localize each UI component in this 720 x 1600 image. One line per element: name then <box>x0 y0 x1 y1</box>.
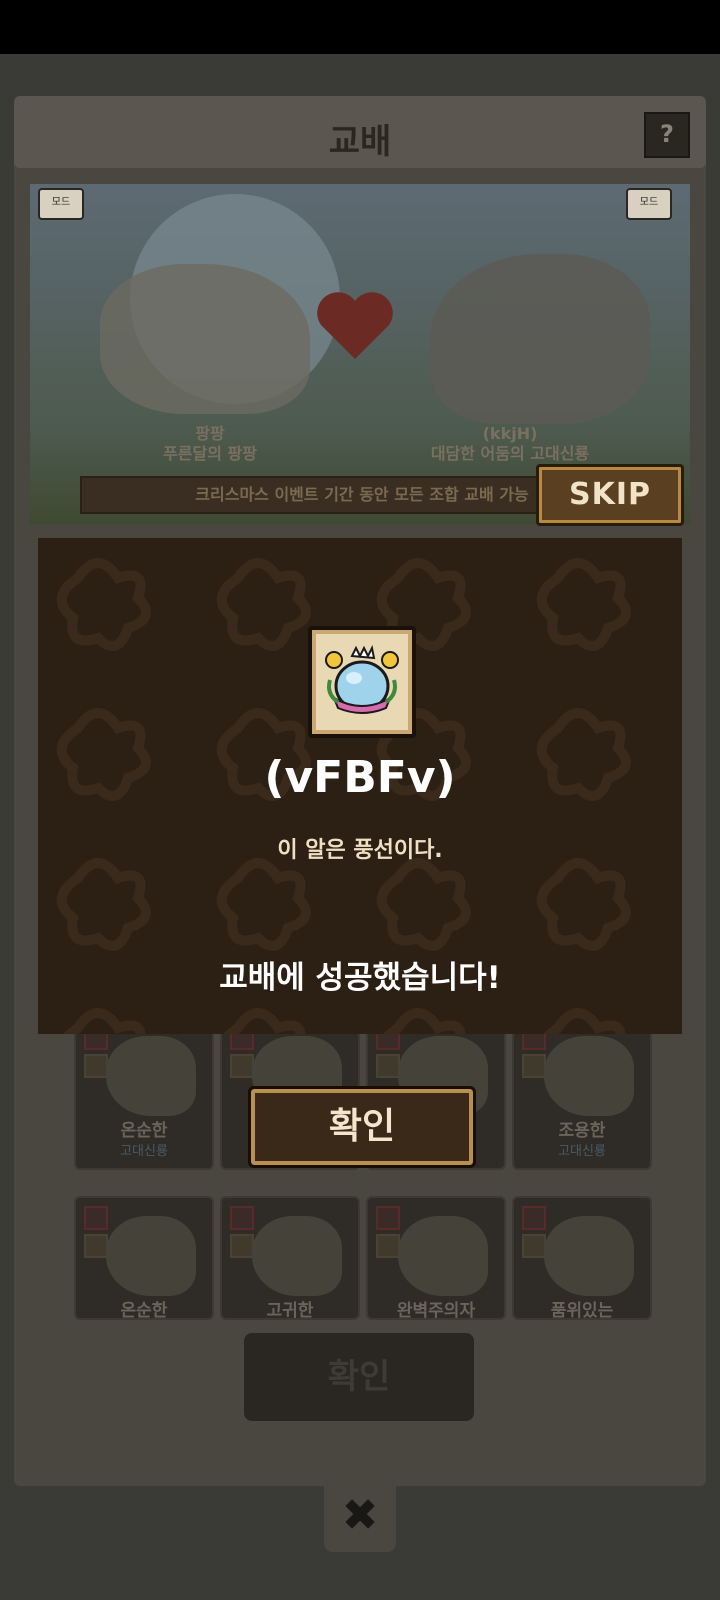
element-tag-icon <box>84 1234 108 1258</box>
dragon-card-name: 고귀한 <box>266 1301 314 1320</box>
page-title: 교배 <box>328 122 392 162</box>
dragon-card-type: 고대신룡 <box>120 1144 168 1159</box>
dragon-card[interactable]: 품위있는 <box>512 1196 652 1320</box>
dragon-card-name: 조용한 <box>558 1121 606 1141</box>
dragon-thumbnail <box>544 1216 634 1296</box>
right-mode-badge[interactable]: 모드 <box>626 188 672 220</box>
heart-icon <box>317 292 393 359</box>
left-mode-badge[interactable]: 모드 <box>38 188 84 220</box>
close-button[interactable]: ✖ <box>324 1480 396 1552</box>
help-button[interactable]: ? <box>644 112 690 158</box>
egg-description: 이 알은 풍선이다. <box>277 838 443 863</box>
dragon-thumbnail <box>252 1216 342 1296</box>
dragon-thumbnail <box>106 1036 196 1116</box>
element-tag-icon <box>376 1234 400 1258</box>
egg-item-frame <box>308 626 416 738</box>
skip-button[interactable]: SKIP <box>536 464 684 526</box>
dragon-card[interactable]: 조용한 고대신룡 <box>512 1016 652 1170</box>
element-tag-icon <box>230 1234 254 1258</box>
element-tag-icon <box>376 1054 400 1078</box>
success-message: 교배에 성공했습니다! <box>219 960 501 996</box>
title-bar: 교배 ? <box>14 96 706 168</box>
left-dragon-image <box>100 264 310 414</box>
dragon-thumbnail <box>106 1216 196 1296</box>
status-bar <box>0 0 720 54</box>
right-dragon-subtitle: 대담한 어둠의 고대신룡 <box>430 444 590 463</box>
element-tag-icon <box>522 1054 546 1078</box>
dragon-card[interactable]: 온순한 고대신룡 <box>74 1016 214 1170</box>
heart-tag-icon <box>376 1206 400 1230</box>
element-tag-icon <box>84 1054 108 1078</box>
right-dragon-image <box>430 254 650 424</box>
heart-tag-icon <box>522 1206 546 1230</box>
background-confirm-button[interactable]: 확인 <box>244 1333 474 1421</box>
element-tag-icon <box>522 1234 546 1258</box>
dragon-thumbnail <box>398 1216 488 1296</box>
left-dragon-name: 팡팡 <box>195 424 225 443</box>
dragon-card-name: 온순한 <box>120 1121 168 1141</box>
element-tag-icon <box>230 1054 254 1078</box>
heart-tag-icon <box>230 1206 254 1230</box>
dragon-card-type: 고대신룡 <box>558 1144 606 1159</box>
balloon-egg-icon <box>325 644 399 714</box>
dragon-card-name: 품위있는 <box>550 1301 614 1320</box>
egg-name: (vFBFv) <box>264 752 456 803</box>
dragon-card-name: 온순한 <box>120 1301 168 1320</box>
dragon-card[interactable]: 고귀한 <box>220 1196 360 1320</box>
right-dragon-name: (kkjH) <box>482 424 538 443</box>
left-dragon-subtitle: 푸른달의 팡팡 <box>163 444 257 463</box>
confirm-button[interactable]: 확인 <box>248 1086 476 1168</box>
dragon-card[interactable]: 온순한 <box>74 1196 214 1320</box>
heart-tag-icon <box>84 1206 108 1230</box>
dragon-thumbnail <box>544 1036 634 1116</box>
dragon-card[interactable]: 완벽주의자 <box>366 1196 506 1320</box>
dragon-card-name: 완벽주의자 <box>396 1301 476 1320</box>
